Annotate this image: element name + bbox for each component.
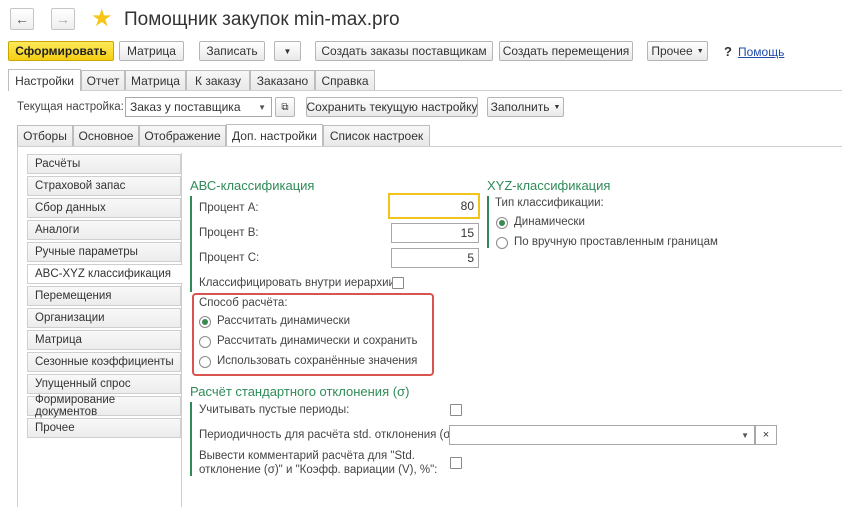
method-radio-saved[interactable] [199,356,211,368]
tab-report[interactable]: Отчет [81,70,125,91]
periodicity-select[interactable]: ▼ [449,425,755,445]
arrow-left-icon: ← [15,11,29,27]
open-setting-button[interactable]: ⧉ [275,97,295,117]
method-radio-dynamic[interactable] [199,316,211,328]
abc-section-title: АВС-классификация [190,178,315,193]
sidebar-item[interactable]: Матрица [27,330,181,350]
xyz-radio-manual[interactable] [496,237,508,249]
method-dynamic-save-label[interactable]: Рассчитать динамически и сохранить [217,335,418,347]
percent-a-label: Процент А: [199,202,259,214]
save-dropdown-button[interactable]: ▼ [274,41,301,61]
sidebar-item[interactable]: Организации [27,308,181,328]
periodicity-clear-button[interactable]: × [755,425,777,445]
current-setting-select[interactable]: Заказ у поставщика ▼ [125,97,272,117]
method-saved-label[interactable]: Использовать сохранённые значения [217,355,417,367]
save-current-setting-button[interactable]: Сохранить текущую настройку [306,97,478,117]
sidebar-item[interactable]: Упущенный спрос [27,374,181,394]
favorite-star-icon[interactable]: ★ [91,6,113,32]
other-menu-button[interactable]: Прочее ▼ [647,41,708,61]
sidebar-item[interactable]: Аналоги [27,220,181,240]
content-left-border [17,146,18,507]
percent-b-label: Процент В: [199,227,259,239]
fill-label: Заполнить [490,100,550,114]
other-label: Прочее [651,44,693,58]
sidebar-item[interactable]: Прочее [27,418,181,438]
dropdown-arrow-icon: ▼ [283,46,292,56]
periodicity-label: Периодичность для расчёта std. отклонени… [199,429,458,441]
generate-button[interactable]: Сформировать [8,41,114,61]
subtab-settings-list[interactable]: Список настроек [323,125,430,146]
abc-group-bar [190,196,192,292]
method-label: Способ расчёта: [199,297,288,309]
matrix-button[interactable]: Матрица [119,41,184,61]
dropdown-arrow-icon: ▼ [553,103,561,111]
comment-label-line2: отклонение (σ)" и "Коэфф. вариации (V), … [199,464,438,476]
create-orders-button[interactable]: Создать заказы поставщикам [315,41,493,61]
sidebar-item[interactable]: Расчёты [27,154,181,174]
current-setting-value: Заказ у поставщика [130,100,241,114]
subtab-filters[interactable]: Отборы [17,125,73,146]
tab-settings[interactable]: Настройки [8,69,81,91]
open-window-icon: ⧉ [281,101,289,113]
close-icon: × [762,429,770,441]
subtab-extra-settings[interactable]: Доп. настройки [226,124,323,146]
help-question-icon: ? [724,44,732,59]
stddev-group-bar [190,402,192,476]
sidebar-item[interactable]: Перемещения [27,286,181,306]
xyz-radio-dynamic[interactable] [496,217,508,229]
tab-reference[interactable]: Справка [315,70,375,91]
tab-divider [8,90,842,91]
chevron-down-icon[interactable]: ▼ [258,103,266,112]
forward-button[interactable]: → [51,8,75,30]
percent-c-label: Процент С: [199,252,260,264]
xyz-manual-label[interactable]: По вручную проставленным границам [514,236,718,248]
subtab-display[interactable]: Отображение [139,125,226,146]
help-link[interactable]: Помощь [738,45,784,59]
tab-ordered[interactable]: Заказано [250,70,315,91]
xyz-section-title: XYZ-классификация [487,178,611,193]
comment-label-line1: Вывести комментарий расчёта для "Std. [199,450,415,462]
stddev-section-title: Расчёт стандартного отклонения (σ) [190,384,410,399]
method-radio-dynamic-save[interactable] [199,336,211,348]
arrow-right-icon: → [56,11,70,27]
tab-to-order[interactable]: К заказу [186,70,250,91]
sidebar-item[interactable]: Страховой запас [27,176,181,196]
sidebar-item[interactable]: Ручные параметры [27,242,181,262]
hierarchy-label: Классифицировать внутри иерархии: [199,277,399,289]
xyz-type-label: Тип классификации: [495,197,604,209]
tab-matrix[interactable]: Матрица [125,70,186,91]
xyz-group-bar [487,196,489,248]
window-title: Помощник закупок min-max.pro [124,9,400,30]
method-dynamic-label[interactable]: Рассчитать динамически [217,315,350,327]
fill-menu-button[interactable]: Заполнить ▼ [487,97,564,117]
hierarchy-checkbox[interactable] [392,277,404,289]
back-button[interactable]: ← [10,8,34,30]
xyz-dynamic-label[interactable]: Динамически [514,216,585,228]
percent-b-input[interactable]: 15 [391,223,479,243]
current-setting-label: Текущая настройка: [17,101,124,113]
sidebar-item[interactable]: Формирование документов [27,394,181,418]
empty-periods-label: Учитывать пустые периоды: [199,404,350,416]
subtab-divider [17,146,842,147]
dropdown-arrow-icon: ▼ [696,47,704,55]
save-button[interactable]: Записать [199,41,265,61]
comment-checkbox[interactable] [450,457,462,469]
sidebar-item[interactable]: ABC-XYZ классификация [27,264,183,284]
percent-a-input[interactable]: 80 [388,193,480,219]
percent-c-input[interactable]: 5 [391,248,479,268]
sidebar-item[interactable]: Сбор данных [27,198,181,218]
subtab-main[interactable]: Основное [73,125,139,146]
sidebar-item[interactable]: Сезонные коэффициенты [27,352,181,372]
chevron-down-icon[interactable]: ▼ [741,431,749,440]
empty-periods-checkbox[interactable] [450,404,462,416]
sidebar-right-border [181,153,182,507]
create-moves-button[interactable]: Создать перемещения [499,41,633,61]
